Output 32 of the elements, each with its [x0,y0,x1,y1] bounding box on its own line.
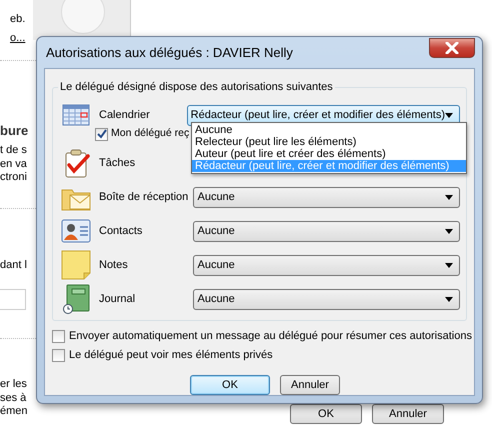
checkbox-label: Le délégué peut voir mes éléments privés [69,348,273,364]
dropdown-option[interactable]: Auteur (peut lire et créer des éléments) [192,148,466,160]
dropdown-option[interactable]: Aucune [192,124,466,136]
folder-label: Calendrier [99,108,151,123]
folder-label: Journal [99,292,136,307]
folder-label: Tâches [99,156,136,171]
permission-dropdown[interactable]: Aucune [193,220,460,242]
body-text: en va [0,157,27,171]
permission-dropdown[interactable]: Aucune [193,288,460,310]
dialog-button[interactable]: OK [190,375,270,395]
folder-label: Boîte de réception [99,190,190,205]
heading-text: bure [0,124,28,138]
dialog-button[interactable]: Annuler [372,404,444,424]
body-text: dant l [0,258,27,272]
dialog-button[interactable]: OK [290,404,362,424]
body-text: ses à [0,391,26,405]
body-text: ctroni [0,170,27,184]
checkbox-label: Envoyer automatiquement un message au délégué pour résumer ces autorisations [69,329,472,344]
checkbox-label: Mon délégué reç [111,126,190,142]
permission-dropdown[interactable]: Aucune [193,254,460,276]
permission-dropdown[interactable]: Aucune [193,186,460,208]
body-text: er les [0,377,27,391]
body-text: eb. [10,12,26,26]
dropdown-option[interactable]: Relecteur (peut lire les éléments) [192,136,466,148]
window-title: Autorisations aux délégués : DAVIER Nelly [45,44,293,62]
body-text: t de s [0,143,27,157]
body-text: émen [0,404,28,418]
link[interactable]: o... [10,31,26,45]
folder-label: Notes [99,258,129,273]
group-label: Le délégué désigné dispose des autorisations suivantes [58,79,335,96]
folder-label: Contacts [99,224,144,239]
dialog-button[interactable]: Annuler [280,375,340,395]
